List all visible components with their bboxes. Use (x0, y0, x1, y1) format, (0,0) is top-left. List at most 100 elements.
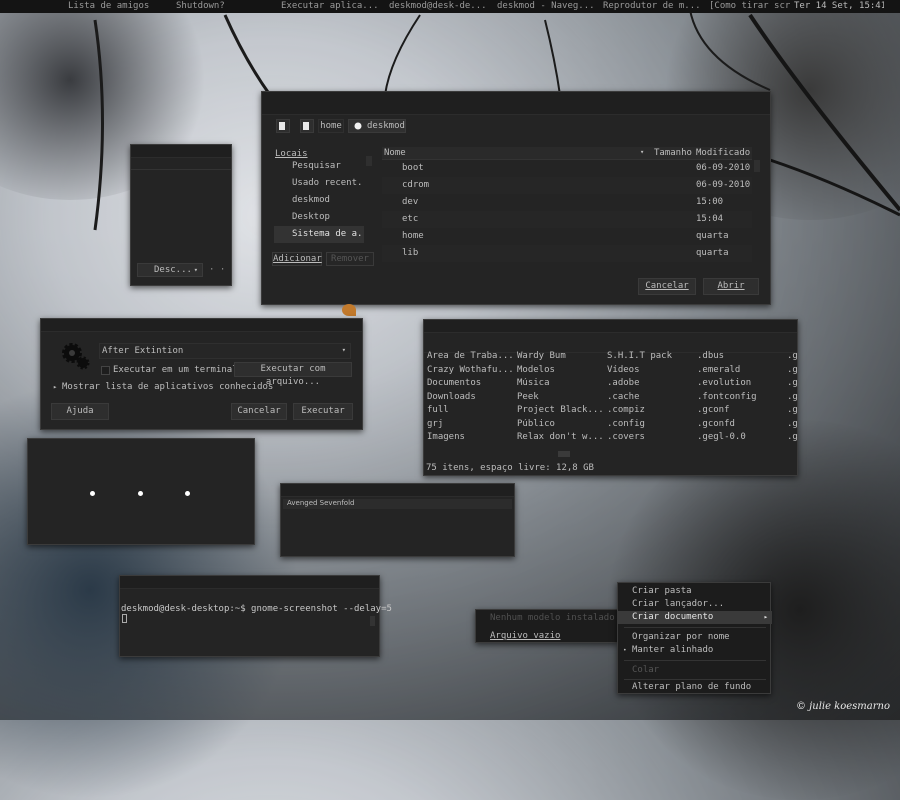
grid-item[interactable]: Wardy Bum (517, 351, 605, 361)
terminal-titlebar[interactable] (120, 576, 379, 589)
column-modified[interactable]: Modificado (696, 148, 750, 158)
path-deskmod-button[interactable]: deskmod (348, 119, 406, 133)
grid-item[interactable]: .covers (607, 432, 695, 442)
file-chooser-titlebar[interactable] (262, 92, 770, 115)
track-row[interactable]: Avenged Sevenfold (283, 499, 512, 509)
table-row[interactable]: etc 15:04 (382, 211, 752, 228)
cancel-button[interactable]: Cancelar (231, 403, 287, 420)
grid-item[interactable]: Documentos (427, 378, 515, 388)
task-media-player[interactable]: Reprodutor de m... (599, 0, 705, 13)
command-input[interactable]: After Extintion ▾ (99, 343, 351, 359)
small-window-dropdown[interactable]: Desc... ▾ (137, 263, 203, 277)
open-button[interactable]: Abrir (703, 278, 759, 295)
menu-change-background[interactable]: Alterar plano de fundo (618, 681, 772, 694)
expander-arrow-icon[interactable]: ▸ (53, 383, 57, 391)
run-button[interactable]: Executar (293, 403, 353, 420)
grid-item[interactable]: Imagens (427, 432, 515, 442)
file-list-scrollbar[interactable] (754, 160, 760, 172)
grid-item[interactable]: Project Black... (517, 405, 605, 415)
grid-item[interactable]: full (427, 405, 515, 415)
place-deskmod[interactable]: deskmod (274, 192, 364, 209)
chevron-down-icon[interactable]: ▾ (342, 346, 346, 354)
grid-item[interactable]: .fontconfig (697, 392, 785, 402)
grid-item[interactable]: .gegl-0.0 (697, 432, 785, 442)
grid-item[interactable]: S.H.I.T pack (607, 351, 695, 361)
grid-item[interactable]: Peek (517, 392, 605, 402)
help-button[interactable]: Ajuda (51, 403, 109, 420)
grid-item[interactable]: Downloads (427, 392, 515, 402)
places-scrollbar[interactable] (366, 156, 372, 166)
add-place-button[interactable]: Adicionar (272, 252, 322, 266)
grid-item[interactable]: .g (787, 365, 797, 375)
grid-item[interactable]: .g (787, 405, 797, 415)
grid-item[interactable]: .adobe (607, 378, 695, 388)
column-name[interactable]: Nome (384, 148, 406, 158)
menu-create-document[interactable]: Criar documento ▸ (618, 611, 772, 624)
table-row[interactable]: dev 15:00 (382, 194, 752, 211)
grid-item[interactable]: .dbus (697, 351, 785, 361)
table-row[interactable]: boot 06-09-2010 (382, 160, 752, 177)
path-back-button[interactable] (300, 119, 314, 133)
grid-item[interactable]: .gconf (697, 405, 785, 415)
small-window-titlebar[interactable] (131, 145, 231, 158)
top-panel: Lista de amigos Shutdown? Executar aplic… (0, 0, 900, 13)
grid-item[interactable]: Público (517, 419, 605, 429)
task-file-browser[interactable]: deskmod - Naveg... (493, 0, 599, 13)
run-dialog-titlebar[interactable] (41, 319, 362, 332)
file-browser-titlebar[interactable] (424, 320, 797, 333)
path-home-button[interactable]: home (318, 119, 344, 133)
cancel-button[interactable]: Cancelar (638, 278, 696, 295)
panel-clock[interactable]: Ter 14 Set, 15:41 (790, 0, 884, 13)
grid-item[interactable]: .g (787, 419, 797, 429)
grid-item[interactable]: .gconfd (697, 419, 785, 429)
terminal-checkbox-label: Executar em um terminal (113, 365, 238, 375)
submenu-empty-file[interactable]: Arquivo vazio (490, 631, 560, 641)
grid-item[interactable]: Música (517, 378, 605, 388)
file-modified: quarta (696, 248, 729, 258)
grid-item[interactable]: .emerald (697, 365, 785, 375)
toggle-location-button[interactable] (276, 119, 290, 133)
grid-item[interactable]: Crazy Wothafu... (427, 365, 515, 375)
task-run-application[interactable]: Executar aplica... (277, 0, 385, 13)
grid-item[interactable]: Vídeos (607, 365, 695, 375)
terminal-checkbox[interactable] (101, 366, 110, 375)
run-with-file-button[interactable]: Executar com arquivo... (234, 362, 352, 387)
horizontal-scrollbar[interactable] (558, 451, 570, 457)
menu-keep-aligned[interactable]: • Manter alinhado (618, 644, 772, 657)
task-shutdown[interactable]: Shutdown? (172, 0, 277, 13)
grid-item[interactable]: grj (427, 419, 515, 429)
table-row[interactable]: lib quarta (382, 245, 752, 262)
remove-place-button[interactable]: Remover (326, 252, 374, 266)
dots-icon[interactable]: · · (209, 265, 225, 275)
menu-sort-by-name[interactable]: Organizar por nome (618, 631, 772, 644)
terminal-scrollbar[interactable] (370, 616, 375, 626)
task-buddy-list[interactable]: Lista de amigos (0, 0, 172, 13)
table-row[interactable]: home quarta (382, 228, 752, 245)
grid-item[interactable]: .g (787, 432, 797, 442)
grid-item[interactable]: .evolution (697, 378, 785, 388)
file-modified: 06-09-2010 (696, 180, 751, 190)
column-size[interactable]: Tamanho (654, 148, 692, 158)
place-search[interactable]: Pesquisar (274, 158, 364, 175)
place-filesystem[interactable]: Sistema de a... (274, 226, 364, 243)
task-howto-page[interactable]: [Como tirar scr... (705, 0, 790, 13)
grid-item[interactable]: Modelos (517, 365, 605, 375)
grid-item[interactable]: .cache (607, 392, 695, 402)
grid-item[interactable]: .g (787, 378, 797, 388)
grid-item[interactable]: .g (787, 392, 797, 402)
place-desktop[interactable]: Desktop (274, 209, 364, 226)
grid-item[interactable]: .g (787, 351, 797, 361)
grid-item[interactable]: Área de Traba... (427, 351, 515, 361)
place-recent[interactable]: Usado recent... (274, 175, 364, 192)
grid-item[interactable]: .compiz (607, 405, 695, 415)
task-terminal[interactable]: deskmod@desk-de... (385, 0, 493, 13)
table-row[interactable]: cdrom 06-09-2010 (382, 177, 752, 194)
grid-item[interactable]: .config (607, 419, 695, 429)
small-window-dropdown-label: Desc... (154, 265, 192, 275)
grid-item[interactable]: Relax don't w... (517, 432, 605, 442)
media-player-titlebar[interactable] (281, 484, 514, 497)
menu-create-launcher[interactable]: Criar lançador... (618, 598, 772, 611)
terminal-cursor (122, 614, 127, 623)
menu-create-folder[interactable]: Criar pasta (618, 585, 772, 598)
show-app-list-toggle[interactable]: Mostrar lista de aplicativos conhecidos (62, 382, 273, 392)
